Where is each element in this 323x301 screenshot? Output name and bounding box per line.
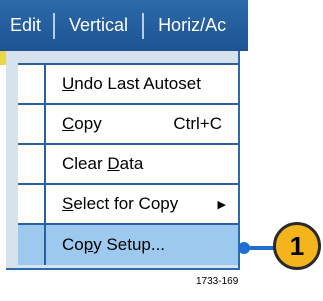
label-text: ndo Last Autoset	[74, 74, 201, 93]
label-text: Co	[62, 235, 84, 254]
menu-bar: Edit Vertical Horiz/Ac	[0, 0, 248, 51]
menu-item-undo-last-autoset[interactable]: Undo Last Autoset	[18, 63, 238, 103]
menu-item-copy[interactable]: Copy Ctrl+C	[18, 103, 238, 143]
label-text: elect for Copy	[73, 194, 179, 213]
screenshot-stage: Edit Vertical Horiz/Ac Undo Last Autoset…	[0, 0, 323, 301]
menu-item-label: Undo Last Autoset	[46, 65, 238, 103]
menu-horiz-acq[interactable]: Horiz/Ac	[144, 0, 226, 51]
menu-item-gutter	[18, 105, 46, 143]
menu-item-copy-setup[interactable]: Co p y Setup...	[18, 223, 238, 265]
menu-item-clear-data[interactable]: Clear Data	[18, 143, 238, 183]
menu-item-shortcut: Ctrl+C	[173, 114, 222, 133]
submenu-arrow-icon: ▶	[217, 198, 226, 211]
label-text: y Setup...	[93, 235, 166, 254]
callout-number-badge: 1	[273, 222, 321, 270]
menu-item-select-for-copy[interactable]: Select for Copy ▶	[18, 183, 238, 223]
callout-anchor-dot	[238, 242, 250, 254]
label-text: ata	[119, 154, 144, 173]
label-text: Clear	[62, 154, 108, 173]
accelerator-key: S	[62, 194, 74, 213]
edit-dropdown-menu: Undo Last Autoset Copy Ctrl+C Clear Data…	[6, 51, 240, 270]
menu-edit-label: Edit	[10, 15, 42, 35]
menu-item-gutter	[18, 65, 46, 103]
accelerator-key: U	[62, 74, 75, 93]
menu-item-label: Co p y Setup...	[46, 225, 238, 265]
accelerator-key: C	[62, 114, 75, 133]
accelerator-key: p	[83, 235, 94, 254]
menu-vertical[interactable]: Vertical	[55, 0, 142, 51]
menu-horiz-acq-label: Horiz/Ac	[158, 15, 227, 35]
menu-item-label: Clear Data	[46, 145, 238, 183]
menu-item-label: Select for Copy	[46, 185, 238, 223]
accelerator-key: D	[107, 154, 120, 173]
menu-item-gutter	[18, 185, 46, 223]
menu-separator	[53, 12, 56, 39]
menu-vertical-label: Vertical	[69, 15, 129, 35]
menu-edit[interactable]: Edit	[0, 0, 53, 51]
callout-number: 1	[289, 230, 305, 261]
menu-item-gutter	[18, 145, 46, 183]
figure-id-label: 1733-169	[196, 276, 239, 287]
label-text: opy	[74, 114, 102, 133]
menu-item-gutter	[18, 225, 46, 265]
menu-separator	[142, 12, 145, 39]
